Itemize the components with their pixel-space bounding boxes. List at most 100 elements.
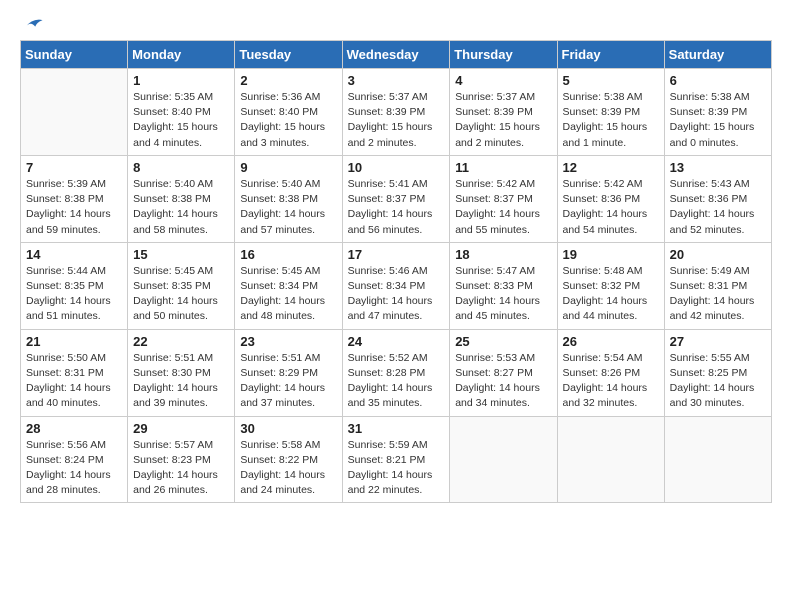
calendar-cell xyxy=(557,416,664,503)
day-info: Sunrise: 5:48 AMSunset: 8:32 PMDaylight:… xyxy=(563,264,659,325)
calendar-cell: 18 Sunrise: 5:47 AMSunset: 8:33 PMDayligh… xyxy=(450,242,557,329)
day-number: 23 xyxy=(240,334,336,349)
day-info: Sunrise: 5:39 AMSunset: 8:38 PMDaylight:… xyxy=(26,177,122,238)
calendar-cell: 27 Sunrise: 5:55 AMSunset: 8:25 PMDayligh… xyxy=(664,329,771,416)
calendar-cell xyxy=(664,416,771,503)
day-info: Sunrise: 5:50 AMSunset: 8:31 PMDaylight:… xyxy=(26,351,122,412)
day-info: Sunrise: 5:40 AMSunset: 8:38 PMDaylight:… xyxy=(240,177,336,238)
day-info: Sunrise: 5:37 AMSunset: 8:39 PMDaylight:… xyxy=(348,90,445,151)
day-info: Sunrise: 5:38 AMSunset: 8:39 PMDaylight:… xyxy=(563,90,659,151)
calendar-cell: 1 Sunrise: 5:35 AMSunset: 8:40 PMDaylight… xyxy=(128,69,235,156)
day-info: Sunrise: 5:47 AMSunset: 8:33 PMDaylight:… xyxy=(455,264,551,325)
calendar-cell: 17Sunrise: 5:46 AMSunset: 8:34 PMDayligh… xyxy=(342,242,450,329)
day-number: 13 xyxy=(670,160,766,175)
weekday-header-friday: Friday xyxy=(557,41,664,69)
day-info: Sunrise: 5:45 AMSunset: 8:34 PMDaylight:… xyxy=(240,264,336,325)
day-info: Sunrise: 5:58 AMSunset: 8:22 PMDaylight:… xyxy=(240,438,336,499)
day-info: Sunrise: 5:51 AMSunset: 8:29 PMDaylight:… xyxy=(240,351,336,412)
calendar-cell: 7 Sunrise: 5:39 AMSunset: 8:38 PMDaylight… xyxy=(21,155,128,242)
day-number: 20 xyxy=(670,247,766,262)
day-info: Sunrise: 5:42 AMSunset: 8:36 PMDaylight:… xyxy=(563,177,659,238)
calendar-week-row: 1 Sunrise: 5:35 AMSunset: 8:40 PMDaylight… xyxy=(21,69,772,156)
calendar-week-row: 21 Sunrise: 5:50 AMSunset: 8:31 PMDayligh… xyxy=(21,329,772,416)
calendar-cell: 21 Sunrise: 5:50 AMSunset: 8:31 PMDayligh… xyxy=(21,329,128,416)
calendar-cell: 25 Sunrise: 5:53 AMSunset: 8:27 PMDayligh… xyxy=(450,329,557,416)
calendar-cell: 16Sunrise: 5:45 AMSunset: 8:34 PMDayligh… xyxy=(235,242,342,329)
day-number: 25 xyxy=(455,334,551,349)
day-info: Sunrise: 5:52 AMSunset: 8:28 PMDaylight:… xyxy=(348,351,445,412)
day-number: 9 xyxy=(240,160,336,175)
calendar-cell: 8 Sunrise: 5:40 AMSunset: 8:38 PMDaylight… xyxy=(128,155,235,242)
calendar-cell: 29 Sunrise: 5:57 AMSunset: 8:23 PMDayligh… xyxy=(128,416,235,503)
calendar-cell: 5 Sunrise: 5:38 AMSunset: 8:39 PMDaylight… xyxy=(557,69,664,156)
day-number: 6 xyxy=(670,73,766,88)
day-info: Sunrise: 5:43 AMSunset: 8:36 PMDaylight:… xyxy=(670,177,766,238)
day-info: Sunrise: 5:54 AMSunset: 8:26 PMDaylight:… xyxy=(563,351,659,412)
day-info: Sunrise: 5:38 AMSunset: 8:39 PMDaylight:… xyxy=(670,90,766,151)
day-info: Sunrise: 5:45 AMSunset: 8:35 PMDaylight:… xyxy=(133,264,229,325)
day-info: Sunrise: 5:41 AMSunset: 8:37 PMDaylight:… xyxy=(348,177,445,238)
day-info: Sunrise: 5:51 AMSunset: 8:30 PMDaylight:… xyxy=(133,351,229,412)
calendar-cell: 24 Sunrise: 5:52 AMSunset: 8:28 PMDayligh… xyxy=(342,329,450,416)
weekday-header-monday: Monday xyxy=(128,41,235,69)
calendar-table: SundayMondayTuesdayWednesdayThursdayFrid… xyxy=(20,40,772,503)
calendar-cell: 14Sunrise: 5:44 AMSunset: 8:35 PMDayligh… xyxy=(21,242,128,329)
weekday-header-wednesday: Wednesday xyxy=(342,41,450,69)
day-number: 8 xyxy=(133,160,229,175)
day-info: Sunrise: 5:55 AMSunset: 8:25 PMDaylight:… xyxy=(670,351,766,412)
day-number: 1 xyxy=(133,73,229,88)
day-number: 18 xyxy=(455,247,551,262)
calendar-cell xyxy=(450,416,557,503)
calendar-cell: 11 Sunrise: 5:42 AMSunset: 8:37 PMDayligh… xyxy=(450,155,557,242)
page-header xyxy=(20,16,772,28)
day-number: 27 xyxy=(670,334,766,349)
calendar-cell: 6 Sunrise: 5:38 AMSunset: 8:39 PMDaylight… xyxy=(664,69,771,156)
calendar-cell xyxy=(21,69,128,156)
day-info: Sunrise: 5:44 AMSunset: 8:35 PMDaylight:… xyxy=(26,264,122,325)
day-info: Sunrise: 5:57 AMSunset: 8:23 PMDaylight:… xyxy=(133,438,229,499)
day-number: 31 xyxy=(348,421,445,436)
calendar-cell: 23 Sunrise: 5:51 AMSunset: 8:29 PMDayligh… xyxy=(235,329,342,416)
logo-bird-icon xyxy=(22,16,44,30)
day-info: Sunrise: 5:59 AMSunset: 8:21 PMDaylight:… xyxy=(348,438,445,499)
day-info: Sunrise: 5:42 AMSunset: 8:37 PMDaylight:… xyxy=(455,177,551,238)
day-number: 21 xyxy=(26,334,122,349)
calendar-week-row: 14Sunrise: 5:44 AMSunset: 8:35 PMDayligh… xyxy=(21,242,772,329)
calendar-week-row: 28Sunrise: 5:56 AMSunset: 8:24 PMDayligh… xyxy=(21,416,772,503)
calendar-cell: 12Sunrise: 5:42 AMSunset: 8:36 PMDayligh… xyxy=(557,155,664,242)
day-number: 5 xyxy=(563,73,659,88)
calendar-cell: 20 Sunrise: 5:49 AMSunset: 8:31 PMDayligh… xyxy=(664,242,771,329)
day-number: 11 xyxy=(455,160,551,175)
calendar-cell: 22 Sunrise: 5:51 AMSunset: 8:30 PMDayligh… xyxy=(128,329,235,416)
calendar-cell: 3Sunrise: 5:37 AMSunset: 8:39 PMDaylight… xyxy=(342,69,450,156)
weekday-header-saturday: Saturday xyxy=(664,41,771,69)
calendar-cell: 15 Sunrise: 5:45 AMSunset: 8:35 PMDayligh… xyxy=(128,242,235,329)
day-number: 4 xyxy=(455,73,551,88)
calendar-cell: 9 Sunrise: 5:40 AMSunset: 8:38 PMDaylight… xyxy=(235,155,342,242)
calendar-cell: 26 Sunrise: 5:54 AMSunset: 8:26 PMDayligh… xyxy=(557,329,664,416)
calendar-cell: 28Sunrise: 5:56 AMSunset: 8:24 PMDayligh… xyxy=(21,416,128,503)
day-number: 10 xyxy=(348,160,445,175)
calendar-cell: 13 Sunrise: 5:43 AMSunset: 8:36 PMDayligh… xyxy=(664,155,771,242)
day-info: Sunrise: 5:40 AMSunset: 8:38 PMDaylight:… xyxy=(133,177,229,238)
weekday-header-sunday: Sunday xyxy=(21,41,128,69)
calendar-week-row: 7 Sunrise: 5:39 AMSunset: 8:38 PMDaylight… xyxy=(21,155,772,242)
calendar-cell: 2Sunrise: 5:36 AMSunset: 8:40 PMDaylight… xyxy=(235,69,342,156)
day-number: 7 xyxy=(26,160,122,175)
day-number: 28 xyxy=(26,421,122,436)
calendar-cell: 4Sunrise: 5:37 AMSunset: 8:39 PMDaylight… xyxy=(450,69,557,156)
day-info: Sunrise: 5:53 AMSunset: 8:27 PMDaylight:… xyxy=(455,351,551,412)
day-info: Sunrise: 5:46 AMSunset: 8:34 PMDaylight:… xyxy=(348,264,445,325)
day-number: 15 xyxy=(133,247,229,262)
logo xyxy=(20,16,44,28)
day-number: 26 xyxy=(563,334,659,349)
calendar-cell: 19 Sunrise: 5:48 AMSunset: 8:32 PMDayligh… xyxy=(557,242,664,329)
calendar-cell: 10 Sunrise: 5:41 AMSunset: 8:37 PMDayligh… xyxy=(342,155,450,242)
day-number: 19 xyxy=(563,247,659,262)
day-number: 29 xyxy=(133,421,229,436)
day-info: Sunrise: 5:49 AMSunset: 8:31 PMDaylight:… xyxy=(670,264,766,325)
day-info: Sunrise: 5:35 AMSunset: 8:40 PMDaylight:… xyxy=(133,90,229,151)
day-number: 24 xyxy=(348,334,445,349)
day-number: 22 xyxy=(133,334,229,349)
day-number: 2 xyxy=(240,73,336,88)
